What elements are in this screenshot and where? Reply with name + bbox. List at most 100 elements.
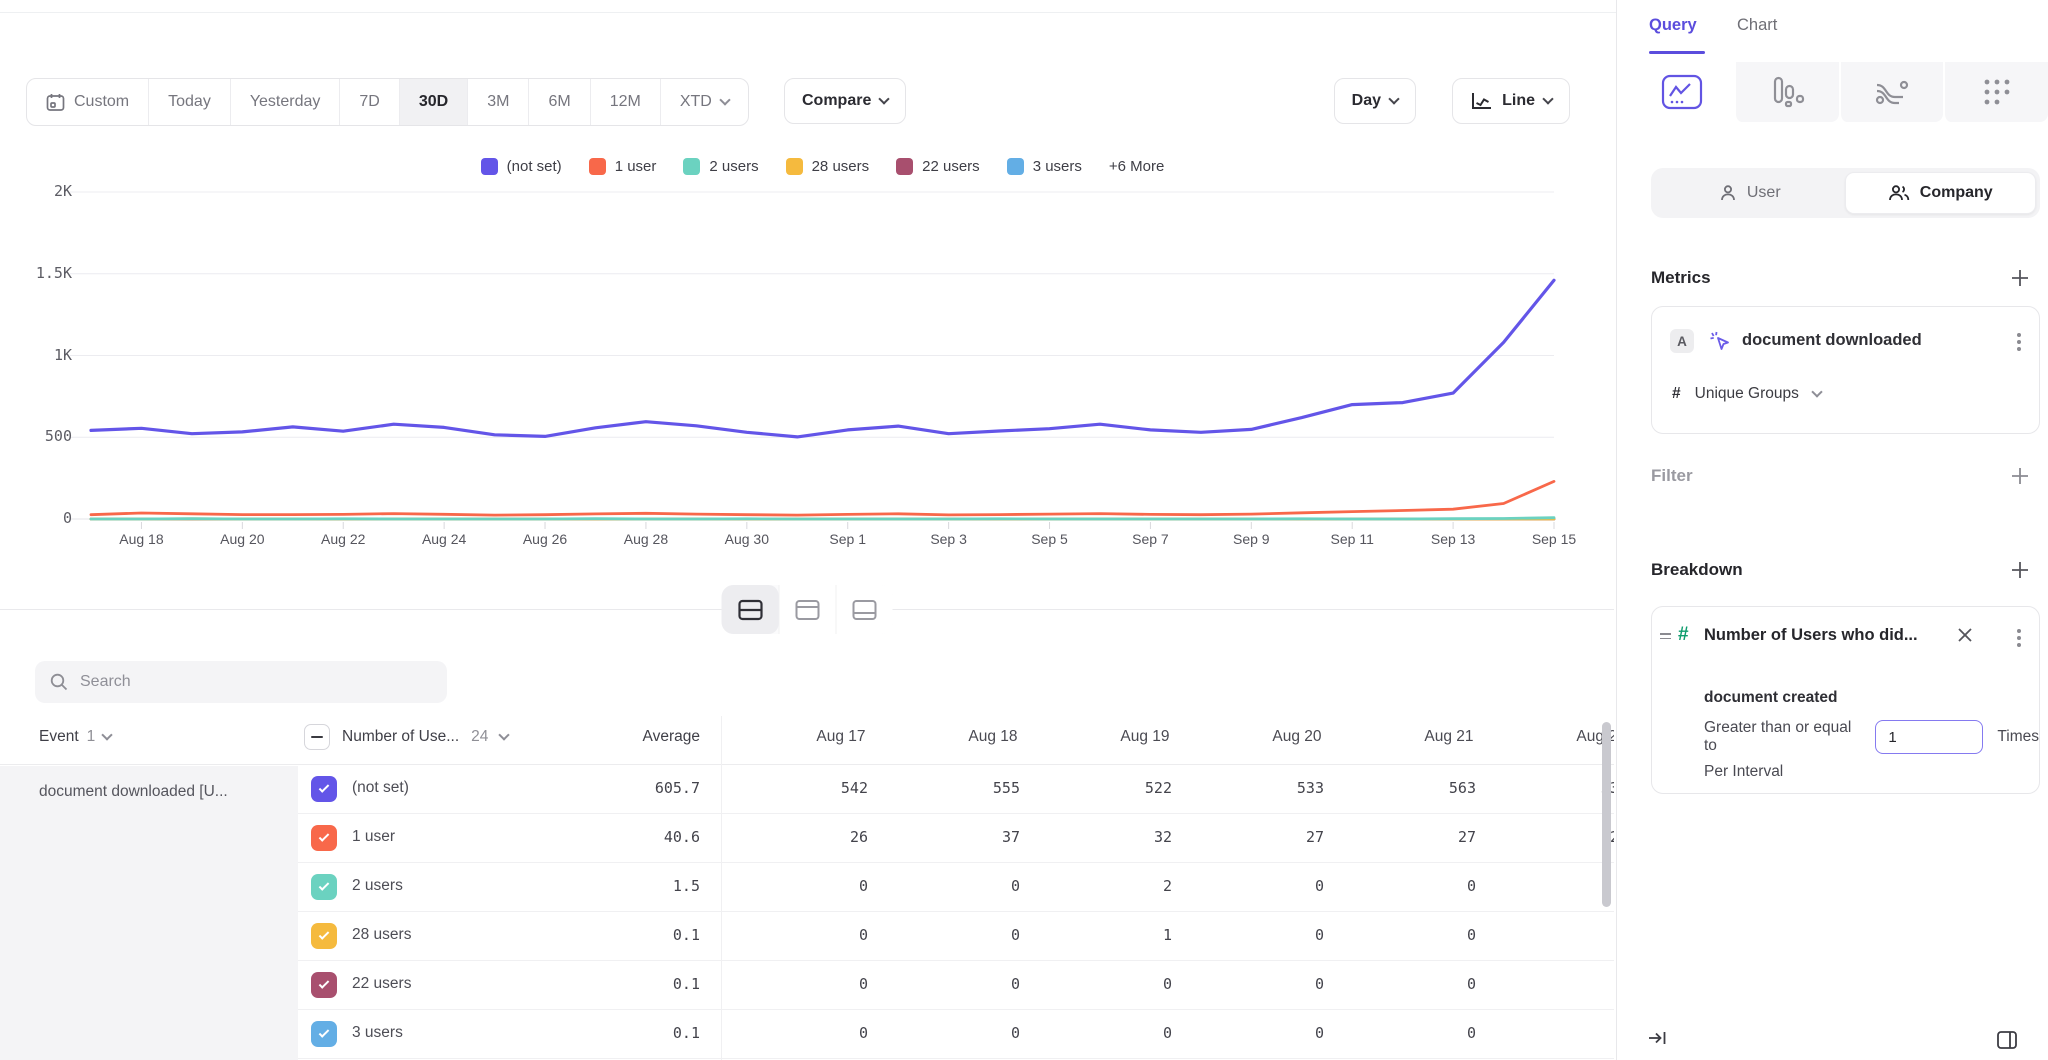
condition-label[interactable]: Greater than or equal to bbox=[1704, 719, 1861, 755]
value-cell: 533 bbox=[1221, 779, 1373, 797]
breakdown-card[interactable]: # Number of Users who did... document cr… bbox=[1651, 606, 2040, 794]
x-axis-tick: Sep 5 bbox=[1004, 531, 1096, 547]
chart-and-table-pane: CustomTodayYesterday7D30D3M6M12MXTD Comp… bbox=[0, 0, 1614, 1060]
add-breakdown-button[interactable] bbox=[2010, 560, 2030, 580]
event-cell[interactable]: document downloaded [U... bbox=[0, 766, 298, 1060]
table-row[interactable]: 28 users 0.1 001000 bbox=[298, 912, 1614, 961]
breakdown-event-name[interactable]: document created bbox=[1704, 689, 1838, 707]
layout-table-only-button[interactable] bbox=[836, 585, 893, 634]
add-metric-button[interactable] bbox=[2010, 268, 2030, 288]
layout-chart-only-button[interactable] bbox=[779, 585, 836, 634]
row-values: 002000 bbox=[765, 877, 1614, 895]
chart-type-more-tab[interactable] bbox=[1943, 62, 2048, 122]
entity-company-segment[interactable]: Company bbox=[1845, 172, 2037, 214]
tab-chart[interactable]: Chart bbox=[1737, 16, 1777, 35]
drag-handle-icon[interactable] bbox=[1660, 633, 1671, 639]
y-axis-tick: 1.5K bbox=[0, 264, 72, 282]
table-row[interactable]: 3 users0.1000000 bbox=[298, 1010, 1614, 1059]
row-checkbox[interactable] bbox=[311, 923, 337, 949]
value-cell: 0 bbox=[1373, 1024, 1525, 1042]
date-column-header: Aug 18 bbox=[917, 728, 1069, 746]
condition-unit-label: Times bbox=[1997, 728, 2039, 746]
value-cell: 27 bbox=[1373, 828, 1525, 846]
x-axis-tick: Aug 22 bbox=[297, 531, 389, 547]
breakdown-header-label[interactable]: Number of Use... bbox=[342, 728, 459, 746]
event-cell-label: document downloaded [U... bbox=[39, 783, 228, 801]
check-icon bbox=[319, 978, 330, 989]
metric-card[interactable]: A document downloaded # Unique Groups bbox=[1651, 306, 2040, 434]
value-cell: 0 bbox=[1221, 926, 1373, 944]
metric-aggregation-dropdown[interactable]: # Unique Groups bbox=[1672, 385, 1821, 403]
value-cell: 32 bbox=[1069, 828, 1221, 846]
date-column-header: Aug 17 bbox=[765, 728, 917, 746]
metric-badge: A bbox=[1670, 329, 1694, 353]
add-filter-button[interactable] bbox=[2010, 466, 2030, 486]
date-column-header: Aug 20 bbox=[1221, 728, 1373, 746]
metric-options-kebab[interactable] bbox=[2013, 329, 2025, 355]
x-axis-tick: Sep 13 bbox=[1407, 531, 1499, 547]
average-column-header[interactable]: Average bbox=[560, 728, 700, 746]
row-average-value: 0.1 bbox=[560, 926, 700, 944]
search-icon bbox=[49, 672, 69, 692]
x-axis-tick: Aug 30 bbox=[701, 531, 793, 547]
row-average-value: 1.5 bbox=[560, 877, 700, 895]
metric-event-name[interactable]: document downloaded bbox=[1742, 331, 1922, 350]
check-icon bbox=[319, 831, 330, 842]
tab-query[interactable]: Query bbox=[1649, 16, 1697, 35]
chevron-down-icon bbox=[1811, 386, 1822, 397]
x-axis-tick: Sep 1 bbox=[802, 531, 894, 547]
select-all-checkbox[interactable] bbox=[304, 724, 330, 750]
y-axis-tick: 500 bbox=[0, 427, 72, 445]
breakdown-title: Number of Users who did... bbox=[1704, 626, 1918, 645]
table-row[interactable]: 22 users0.1000000 bbox=[298, 961, 1614, 1010]
value-cell: 37 bbox=[917, 828, 1069, 846]
collapse-panel-icon[interactable] bbox=[1647, 1028, 1669, 1048]
row-average-value: 0.1 bbox=[560, 1024, 700, 1042]
search-input[interactable] bbox=[80, 673, 433, 691]
per-interval-label[interactable]: Per Interval bbox=[1704, 763, 1783, 781]
remove-breakdown-button[interactable] bbox=[1957, 627, 1973, 643]
row-values: 001000 bbox=[765, 926, 1614, 944]
date-column-header: Aug 22 bbox=[1525, 728, 1614, 746]
value-cell: 0 bbox=[1221, 1024, 1373, 1042]
layout-split-view-button[interactable] bbox=[722, 585, 779, 634]
entity-user-label: User bbox=[1747, 184, 1781, 202]
query-panel: Query Chart bbox=[1616, 0, 2048, 1060]
event-column-header[interactable]: Event 1 bbox=[39, 728, 111, 746]
row-checkbox[interactable] bbox=[311, 825, 337, 851]
row-average-value: 605.7 bbox=[560, 779, 700, 797]
condition-value-input[interactable] bbox=[1875, 720, 1983, 754]
indeterminate-minus-icon bbox=[311, 736, 323, 739]
entity-company-label: Company bbox=[1920, 184, 1993, 202]
chart-type-bar-tab[interactable] bbox=[1734, 62, 1839, 122]
row-label: 2 users bbox=[352, 877, 403, 895]
chart-type-line-tab[interactable] bbox=[1631, 62, 1734, 122]
entity-user-segment[interactable]: User bbox=[1655, 172, 1845, 214]
row-checkbox[interactable] bbox=[311, 776, 337, 802]
breakdown-options-kebab[interactable] bbox=[2013, 625, 2025, 651]
chart-only-icon bbox=[795, 599, 821, 621]
row-values: 000000 bbox=[765, 1024, 1614, 1042]
row-checkbox[interactable] bbox=[311, 972, 337, 998]
value-cell: 0 bbox=[1221, 975, 1373, 993]
row-label: 28 users bbox=[352, 926, 411, 944]
table-row[interactable]: (not set)605.7542555522533563537 bbox=[298, 765, 1614, 814]
row-checkbox[interactable] bbox=[311, 874, 337, 900]
date-column-headers: Aug 17Aug 18Aug 19Aug 20Aug 21Aug 22 bbox=[765, 728, 1614, 746]
x-axis-tick: Sep 7 bbox=[1104, 531, 1196, 547]
right-sidebar-toggle-icon[interactable] bbox=[1996, 1030, 2018, 1050]
vertical-scrollbar[interactable] bbox=[1602, 722, 1611, 907]
table-row[interactable]: 1 user40.6263732272728 bbox=[298, 814, 1614, 863]
table-row[interactable]: 2 users 1.5 002000 bbox=[298, 863, 1614, 912]
row-checkbox[interactable] bbox=[311, 1021, 337, 1047]
value-cell: 0 bbox=[917, 1024, 1069, 1042]
chart-type-flow-tab[interactable] bbox=[1839, 62, 1944, 122]
value-cell: 1 bbox=[1069, 926, 1221, 944]
value-cell: 0 bbox=[1525, 975, 1614, 993]
value-cell: 0 bbox=[1221, 877, 1373, 895]
value-cell: 0 bbox=[1069, 1024, 1221, 1042]
breakdown-count: 24 bbox=[471, 728, 488, 746]
search-box[interactable] bbox=[35, 661, 447, 703]
x-axis-tick: Aug 28 bbox=[600, 531, 692, 547]
value-cell: 0 bbox=[1525, 1024, 1614, 1042]
